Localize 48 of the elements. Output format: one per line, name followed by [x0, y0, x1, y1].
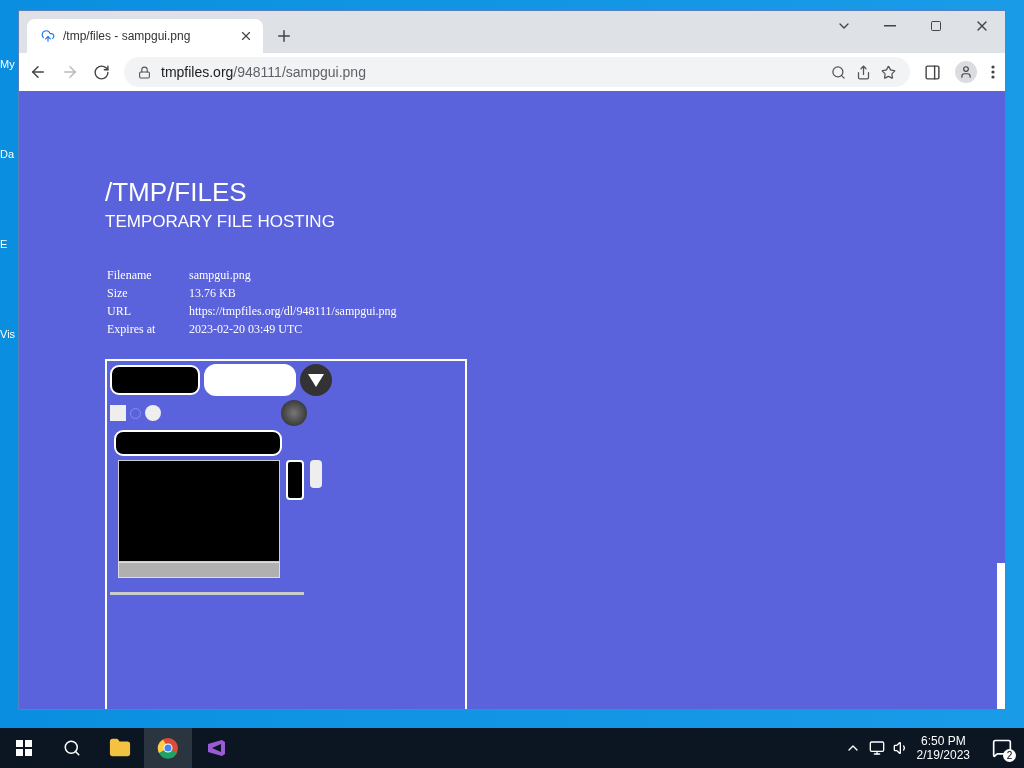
side-panel-icon — [924, 63, 941, 81]
address-bar[interactable]: tmpfiles.org/948111/sampgui.png — [124, 57, 910, 87]
lock-icon — [138, 65, 151, 79]
detail-label: Size — [107, 286, 129, 301]
browser-tab[interactable]: /tmp/files - sampgui.png — [27, 19, 263, 53]
detail-label: Expires at — [107, 322, 157, 337]
back-button[interactable] — [29, 63, 47, 81]
radio-drawing — [145, 405, 161, 421]
reload-icon — [93, 63, 110, 81]
side-panel-button[interactable] — [924, 63, 941, 81]
site-title: /TMP/FILES — [105, 177, 248, 208]
browser-logo-icon — [157, 737, 179, 759]
detail-value: sampgui.png — [189, 268, 252, 283]
search-icon — [63, 739, 81, 757]
plus-icon — [275, 27, 293, 45]
site-subtitle: TEMPORARY FILE HOSTING — [105, 212, 336, 232]
windows-logo-icon — [16, 740, 32, 756]
close-tab-button[interactable] — [239, 29, 253, 43]
spin-buttons-drawing — [286, 460, 304, 500]
scroll-thumb-drawing — [310, 460, 322, 488]
maximize-icon — [930, 20, 942, 32]
checkbox-drawing — [110, 405, 126, 421]
person-icon — [959, 65, 973, 79]
reload-button[interactable] — [93, 63, 110, 81]
profile-button[interactable] — [955, 61, 977, 83]
forward-arrow-icon — [61, 63, 79, 81]
detail-value: 2023-02-20 03:49 UTC — [189, 322, 304, 337]
close-icon — [239, 29, 253, 43]
cloud-upload-icon — [41, 29, 55, 43]
clock[interactable]: 6:50 PM 2/19/2023 — [916, 734, 970, 762]
network-icon[interactable] — [868, 740, 885, 756]
minimize-icon — [884, 25, 896, 27]
share-icon[interactable] — [856, 64, 871, 80]
notification-count: 2 — [1003, 749, 1016, 762]
folder-icon — [109, 737, 131, 759]
menu-button[interactable] — [991, 65, 995, 79]
menu-dots-icon — [991, 65, 995, 79]
search-icon[interactable] — [831, 64, 846, 80]
detail-label: Filename — [107, 268, 153, 283]
detail-label: URL — [107, 304, 132, 319]
scrollbar-thumb[interactable] — [997, 563, 1005, 709]
triangle-button-drawing — [300, 364, 332, 396]
chrome-button[interactable] — [144, 728, 192, 768]
star-icon[interactable] — [881, 64, 896, 80]
detail-value: 13.76 KB — [189, 286, 237, 301]
knob-drawing — [281, 400, 307, 426]
detail-value: https://tmpfiles.org/dl/948111/sampgui.png — [189, 304, 398, 319]
new-tab-button[interactable] — [275, 27, 293, 45]
